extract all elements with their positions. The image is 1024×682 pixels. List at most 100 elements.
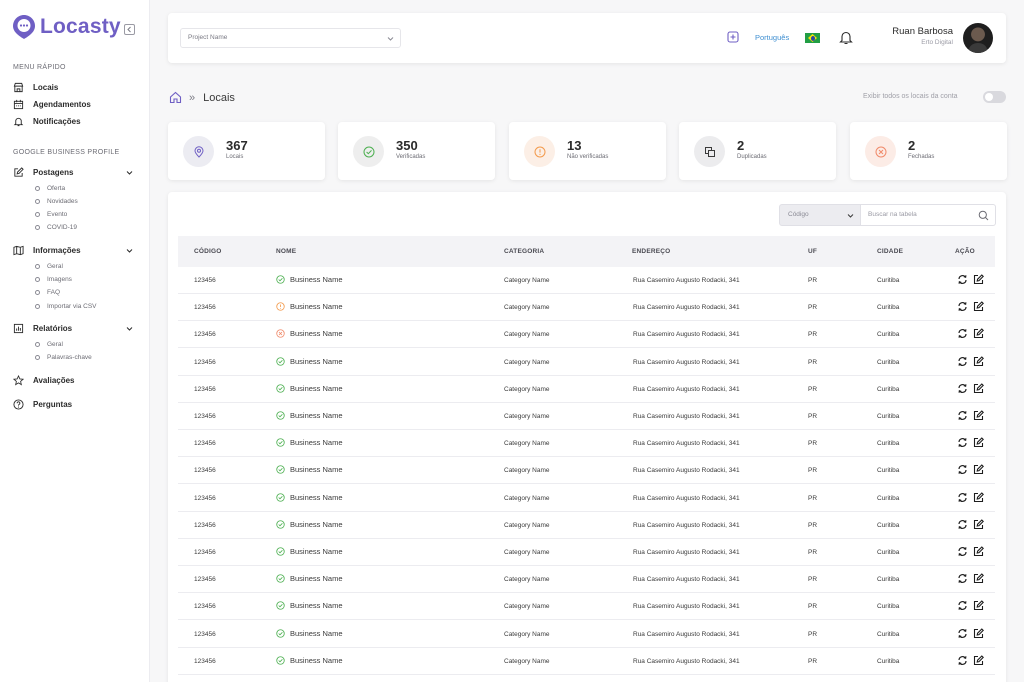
table-row[interactable]: 123456 Business Name Category Name Rua Case…	[178, 376, 995, 403]
table-row[interactable]: 123456 Business Name Category Name Rua Case…	[178, 539, 995, 566]
sync-icon[interactable]	[957, 492, 968, 503]
edit-icon[interactable]	[973, 301, 984, 312]
edit-icon[interactable]	[973, 437, 984, 448]
sync-icon[interactable]	[957, 600, 968, 611]
brazil-flag-icon[interactable]	[805, 33, 820, 43]
sidebar-item-postagens[interactable]: Postagens	[13, 166, 73, 178]
collapse-sidebar-button[interactable]	[124, 24, 135, 35]
sidebar-subitem-importar-csv[interactable]: Importar via CSV	[35, 302, 97, 311]
edit-icon[interactable]	[973, 464, 984, 475]
logo[interactable]: Locasty	[12, 14, 121, 40]
sidebar-item-avaliacoes[interactable]: Avaliações	[13, 374, 75, 386]
table-row[interactable]: 123456 Business Name Category Name Rua Case…	[178, 648, 995, 675]
sidebar-subitem-palavras-chave[interactable]: Palavras-chave	[35, 353, 92, 362]
chevron-down-icon[interactable]	[126, 169, 133, 176]
edit-icon[interactable]	[973, 383, 984, 394]
chevron-down-icon[interactable]	[126, 247, 133, 254]
sync-icon[interactable]	[957, 464, 968, 475]
column-header-categoria[interactable]: CATEGORIA	[504, 248, 544, 255]
table-row[interactable]: 123456 Business Name Category Name Rua Case…	[178, 294, 995, 322]
sync-icon[interactable]	[957, 437, 968, 448]
table-row[interactable]: 123456 Business Name Category Name Rua Case…	[178, 593, 995, 621]
column-header-nome[interactable]: NOME	[276, 248, 296, 255]
sidebar-subitem-novidades[interactable]: Novidades	[35, 197, 78, 206]
project-select[interactable]: Project Name	[180, 28, 401, 48]
search-icon[interactable]	[978, 210, 989, 221]
sync-icon[interactable]	[957, 274, 968, 285]
notifications-bell-icon[interactable]	[839, 30, 853, 45]
sidebar-item-locais[interactable]: Locais	[13, 81, 58, 93]
table-row[interactable]: 123456 Business Name Category Name Rua Case…	[178, 566, 995, 594]
cell-name[interactable]: Business Name	[276, 384, 343, 393]
sync-icon[interactable]	[957, 519, 968, 530]
sidebar-subitem-imagens[interactable]: Imagens	[35, 275, 72, 284]
sync-icon[interactable]	[957, 655, 968, 666]
add-project-icon[interactable]	[727, 31, 739, 43]
sync-icon[interactable]	[957, 410, 968, 421]
sidebar-subitem-evento[interactable]: Evento	[35, 210, 67, 219]
sidebar-item-relatorios[interactable]: Relatórios	[13, 322, 72, 334]
table-row[interactable]: 123456 Business Name Category Name Rua Case…	[178, 512, 995, 539]
column-header-endereco[interactable]: ENDEREÇO	[632, 248, 670, 255]
edit-icon[interactable]	[973, 546, 984, 557]
sidebar-item-notificacoes[interactable]: Notificações	[13, 115, 81, 127]
edit-icon[interactable]	[973, 274, 984, 285]
cell-name[interactable]: Business Name	[276, 438, 343, 447]
user-name[interactable]: Ruan Barbosa	[892, 26, 953, 37]
edit-icon[interactable]	[973, 410, 984, 421]
sidebar-item-agendamentos[interactable]: Agendamentos	[13, 98, 91, 110]
cell-name[interactable]: Business Name	[276, 629, 343, 638]
edit-icon[interactable]	[973, 519, 984, 530]
sidebar-item-perguntas[interactable]: Perguntas	[13, 398, 72, 410]
cell-name[interactable]: Business Name	[276, 411, 343, 420]
search-field-select[interactable]: Código	[779, 204, 861, 226]
sync-icon[interactable]	[957, 573, 968, 584]
table-row[interactable]: 123456 Business Name Category Name Rua Case…	[178, 349, 995, 376]
cell-name[interactable]: Business Name	[276, 547, 343, 556]
table-row[interactable]: 123456 Business Name Category Name Rua Case…	[178, 267, 995, 294]
language-selector[interactable]: Português	[755, 33, 789, 42]
sync-icon[interactable]	[957, 546, 968, 557]
sidebar-subitem-covid[interactable]: COVID-19	[35, 223, 77, 232]
column-header-uf[interactable]: UF	[808, 248, 817, 255]
home-icon[interactable]	[169, 91, 182, 104]
sidebar-subitem-geral-relatorio[interactable]: Geral	[35, 340, 63, 349]
edit-icon[interactable]	[973, 573, 984, 584]
cell-name[interactable]: Business Name	[276, 656, 343, 665]
cell-name[interactable]: Business Name	[276, 601, 343, 610]
cell-name[interactable]: Business Name	[276, 493, 343, 502]
sidebar-subitem-geral[interactable]: Geral	[35, 262, 63, 271]
sync-icon[interactable]	[957, 328, 968, 339]
avatar[interactable]	[963, 23, 993, 53]
column-header-cidade[interactable]: CIDADE	[877, 248, 903, 255]
chevron-down-icon[interactable]	[126, 325, 133, 332]
table-row[interactable]: 123456 Business Name Category Name Rua Case…	[178, 457, 995, 485]
table-search-input[interactable]: Buscar na tabela	[861, 204, 996, 226]
sync-icon[interactable]	[957, 301, 968, 312]
show-all-locations-toggle[interactable]	[983, 91, 1006, 103]
sync-icon[interactable]	[957, 356, 968, 367]
table-row[interactable]: 123456 Business Name Category Name Rua Case…	[178, 621, 995, 648]
cell-name[interactable]: Business Name	[276, 574, 343, 583]
edit-icon[interactable]	[973, 627, 984, 639]
sync-icon[interactable]	[957, 628, 968, 639]
cell-name[interactable]: Business Name	[276, 465, 343, 474]
table-row[interactable]: 123456 Business Name Category Name Rua Case…	[178, 321, 995, 349]
cell-name[interactable]: Business Name	[276, 520, 343, 529]
edit-icon[interactable]	[973, 355, 984, 367]
edit-icon[interactable]	[973, 600, 984, 611]
cell-name[interactable]: Business Name	[276, 302, 343, 311]
sync-icon[interactable]	[957, 383, 968, 394]
table-row[interactable]: 123456 Business Name Category Name Rua Case…	[178, 485, 995, 512]
sidebar-subitem-faq[interactable]: FAQ	[35, 288, 60, 297]
sidebar-subitem-oferta[interactable]: Oferta	[35, 184, 65, 193]
cell-name[interactable]: Business Name	[276, 357, 343, 366]
edit-icon[interactable]	[973, 655, 984, 666]
edit-icon[interactable]	[973, 328, 984, 339]
sidebar-item-informacoes[interactable]: Informações	[13, 244, 81, 256]
cell-name[interactable]: Business Name	[276, 329, 343, 338]
column-header-codigo[interactable]: CÓDIGO	[194, 248, 222, 255]
table-row[interactable]: 123456 Business Name Category Name Rua Case…	[178, 403, 995, 430]
cell-name[interactable]: Business Name	[276, 275, 343, 284]
edit-icon[interactable]	[973, 491, 984, 503]
